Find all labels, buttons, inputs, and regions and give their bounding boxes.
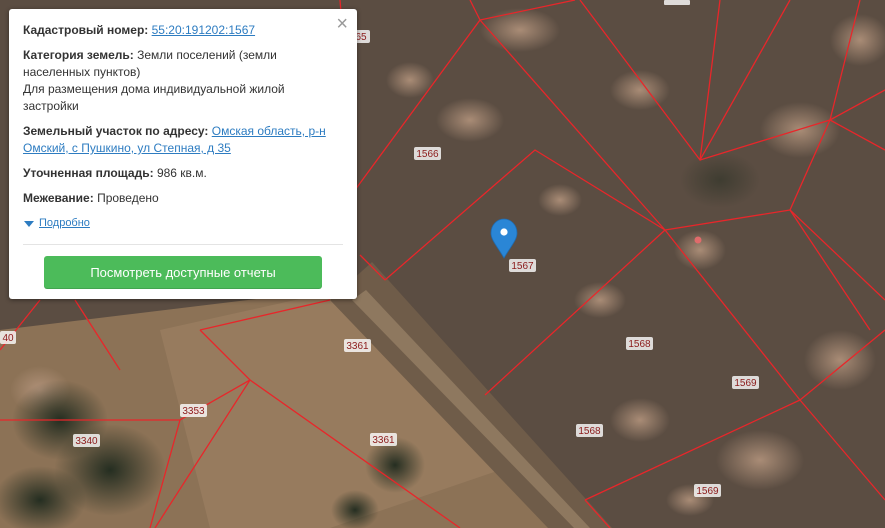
parcel-label-3353: 3353 — [182, 406, 205, 417]
parcel-label-1567: 1567 — [511, 261, 534, 272]
details-label: Подробно — [39, 217, 90, 229]
parcel-label-3361-b: 3361 — [372, 435, 395, 446]
category-label: Категория земель: — [23, 48, 134, 62]
usage-value: Для размещения дома индивидуальной жилой… — [23, 82, 285, 113]
area-value: 986 кв.м. — [156, 166, 207, 180]
survey-row: Межевание: Проведено — [23, 190, 343, 207]
parcel-label-40: 40 — [2, 333, 14, 344]
details-toggle[interactable]: Подробно — [23, 215, 343, 232]
parcel-label-1569: 1569 — [734, 378, 757, 389]
parcel-label-1568-b: 1568 — [578, 426, 601, 437]
cadastral-label: Кадастровый номер: — [23, 23, 149, 37]
parcel-label-3340: 3340 — [75, 436, 98, 447]
parcel-label-65: 65 — [355, 32, 367, 43]
map-point — [694, 236, 702, 244]
triangle-down-icon — [24, 220, 34, 227]
area-label: Уточненная площадь: — [23, 166, 154, 180]
area-row: Уточненная площадь: 986 кв.м. — [23, 165, 343, 182]
parcel-info-popup: × Кадастровый номер: 55:20:191202:1567 К… — [9, 9, 357, 299]
view-reports-button[interactable]: Посмотреть доступные отчеты — [44, 256, 322, 289]
parcel-label-1566: 1566 — [416, 149, 439, 160]
cadastral-row: Кадастровый номер: 55:20:191202:1567 — [23, 22, 343, 39]
close-icon[interactable]: × — [336, 14, 348, 34]
address-row: Земельный участок по адресу: Омская обла… — [23, 123, 343, 157]
parcel-label-1568: 1568 — [628, 339, 651, 350]
survey-value: Проведено — [97, 191, 159, 205]
address-label: Земельный участок по адресу: — [23, 124, 209, 138]
cadastral-number-link[interactable]: 55:20:191202:1567 — [152, 23, 255, 37]
divider — [23, 244, 343, 245]
parcel-label-3361: 3361 — [346, 341, 369, 352]
parcel-label-1569-b: 1569 — [696, 486, 719, 497]
category-row: Категория земель: Земли поселений (земли… — [23, 47, 343, 115]
survey-label: Межевание: — [23, 191, 94, 205]
